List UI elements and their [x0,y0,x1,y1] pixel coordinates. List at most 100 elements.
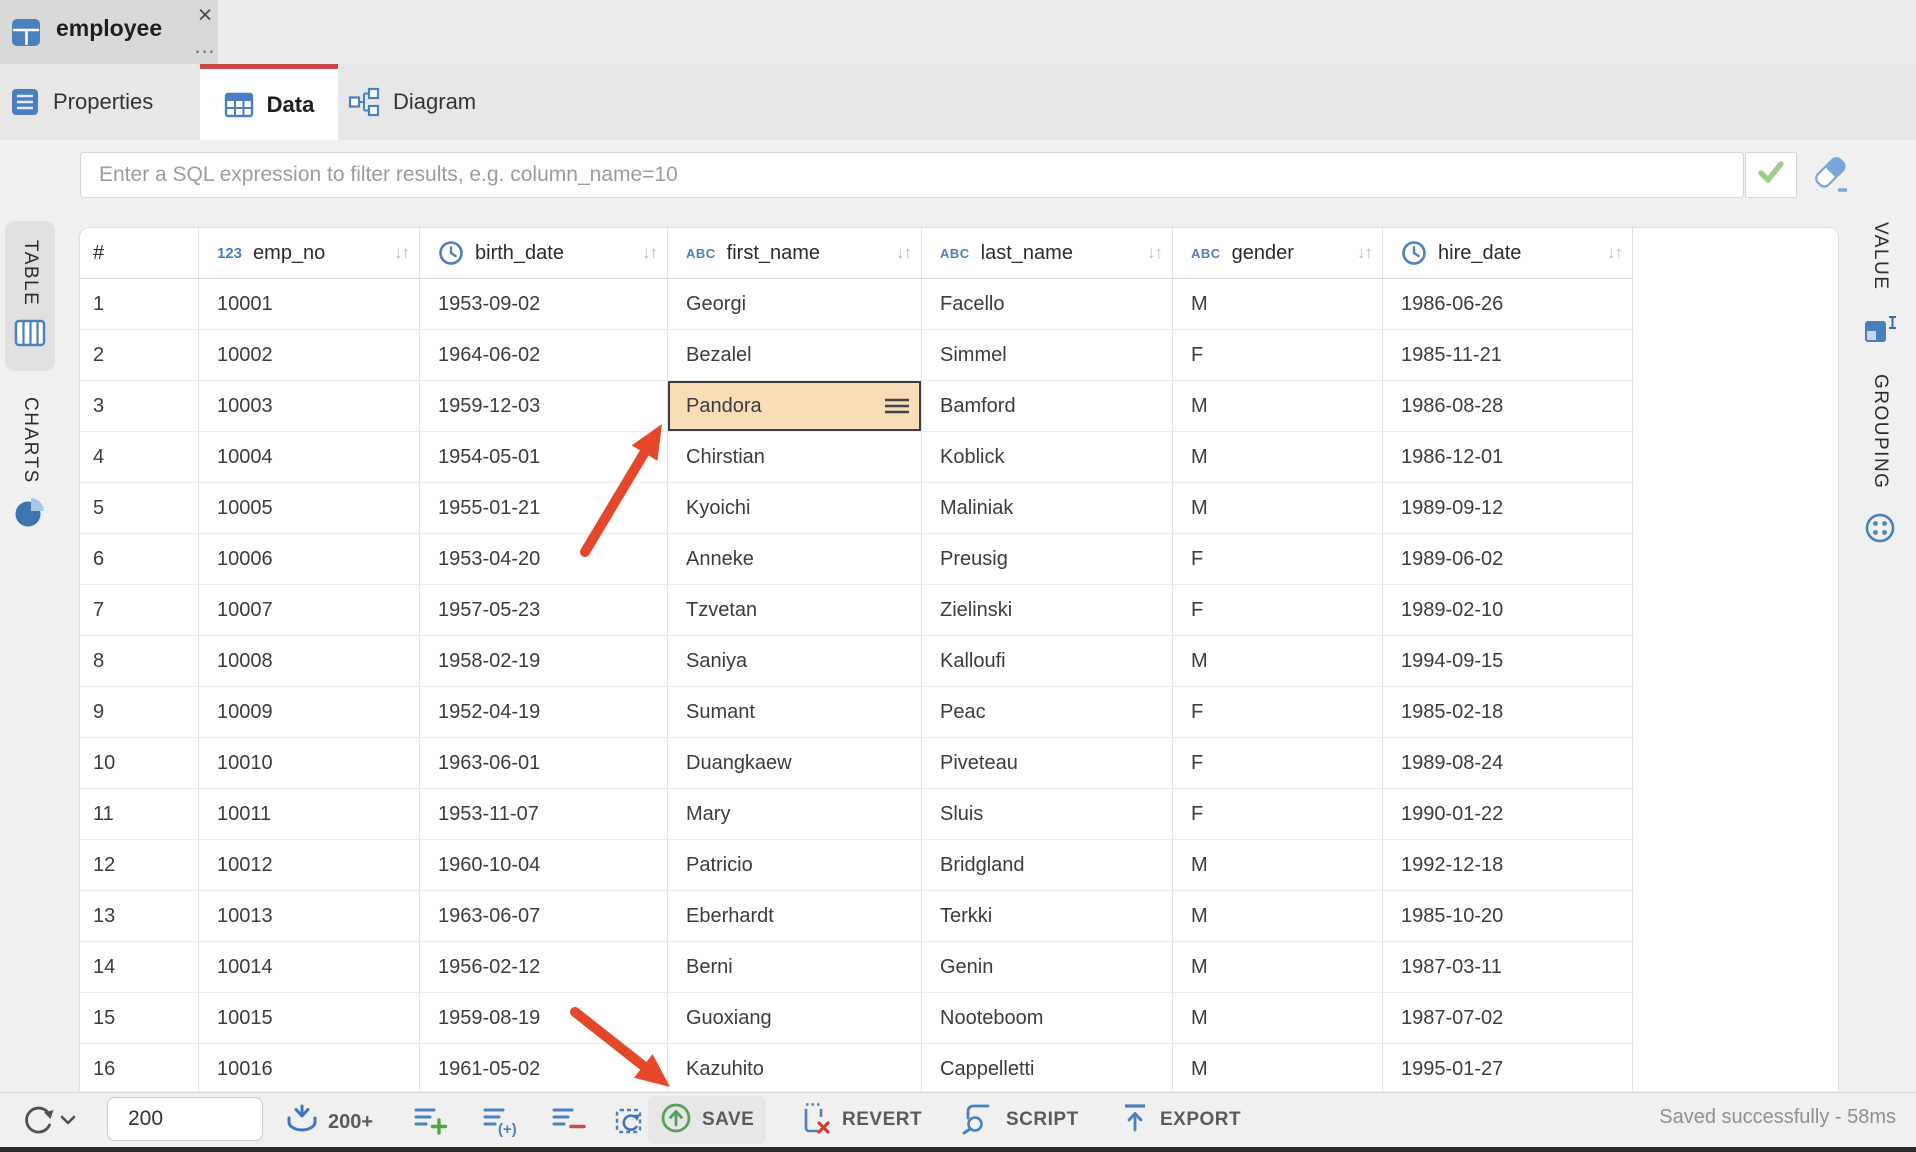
row-number[interactable]: 6 [80,534,199,584]
grid-cell[interactable]: Chirstian [668,432,922,482]
grid-cell[interactable]: Patricio [668,840,922,890]
grid-cell[interactable]: F [1173,738,1383,788]
fetch-more-button[interactable]: 200+ [284,1103,373,1142]
grid-cell[interactable]: Georgi [668,279,922,329]
add-row-button[interactable] [413,1105,449,1142]
grid-cell[interactable]: Terkki [922,891,1173,941]
grid-cell[interactable]: Maliniak [922,483,1173,533]
overflow-icon[interactable]: … [191,33,219,57]
grid-cell[interactable]: 10001 [199,279,420,329]
grid-cell[interactable]: 10006 [199,534,420,584]
grid-cell[interactable]: M [1173,483,1383,533]
grid-cell[interactable]: 10005 [199,483,420,533]
row-number[interactable]: 12 [80,840,199,890]
grid-cell[interactable]: 10015 [199,993,420,1043]
selected-cell[interactable]: Pandora [668,381,922,431]
grid-cell[interactable]: Duangkaew [668,738,922,788]
row-number[interactable]: 2 [80,330,199,380]
row-number[interactable]: 8 [80,636,199,686]
cell-menu-icon[interactable] [883,397,911,415]
row-number[interactable]: 11 [80,789,199,839]
sort-icon[interactable]: ↓↑ [394,243,409,263]
tab-properties[interactable]: Properties [10,64,180,140]
grid-cell[interactable]: 10007 [199,585,420,635]
grid-cell[interactable]: 10012 [199,840,420,890]
grid-cell[interactable]: M [1173,840,1383,890]
row-number[interactable]: 13 [80,891,199,941]
grid-cell[interactable]: Cappelletti [922,1044,1173,1091]
grid-cell[interactable]: 1989-09-12 [1383,483,1633,533]
grid-cell[interactable]: 1987-07-02 [1383,993,1633,1043]
grid-cell[interactable]: M [1173,993,1383,1043]
grid-cell[interactable]: M [1173,279,1383,329]
grid-cell[interactable]: 1957-05-23 [420,585,668,635]
grid-cell[interactable]: Sluis [922,789,1173,839]
grid-cell[interactable]: F [1173,534,1383,584]
row-number[interactable]: 10 [80,738,199,788]
grid-cell[interactable]: 10011 [199,789,420,839]
grid-cell[interactable]: 10004 [199,432,420,482]
row-number[interactable]: 4 [80,432,199,482]
grid-cell[interactable]: M [1173,636,1383,686]
grid-cell[interactable]: 1985-10-20 [1383,891,1633,941]
sort-icon[interactable]: ↓↑ [642,243,657,263]
delete-row-button[interactable] [551,1105,587,1142]
grid-cell[interactable]: Kazuhito [668,1044,922,1091]
grid-cell[interactable]: Kalloufi [922,636,1173,686]
grid-cell[interactable]: 10009 [199,687,420,737]
close-icon[interactable]: × [192,0,218,30]
grid-cell[interactable]: 1986-06-26 [1383,279,1633,329]
grid-cell[interactable]: Nooteboom [922,993,1173,1043]
grid-cell[interactable]: M [1173,942,1383,992]
grid-cell[interactable]: Zielinski [922,585,1173,635]
grid-cell[interactable]: Saniya [668,636,922,686]
grid-cell[interactable]: M [1173,381,1383,431]
grid-cell[interactable]: 10013 [199,891,420,941]
grid-cell[interactable]: 1953-04-20 [420,534,668,584]
fetch-size-input[interactable]: 200 [107,1097,263,1141]
sort-icon[interactable]: ↓↑ [1357,243,1372,263]
grid-cell[interactable]: Piveteau [922,738,1173,788]
grid-cell[interactable]: 1952-04-19 [420,687,668,737]
row-number[interactable]: 14 [80,942,199,992]
grid-cell[interactable]: Tzvetan [668,585,922,635]
row-number[interactable]: 3 [80,381,199,431]
grid-cell[interactable]: Eberhardt [668,891,922,941]
grid-cell[interactable]: F [1173,789,1383,839]
grid-cell[interactable]: Sumant [668,687,922,737]
row-number[interactable]: 9 [80,687,199,737]
grid-cell[interactable]: Guoxiang [668,993,922,1043]
grid-cell[interactable]: 1963-06-07 [420,891,668,941]
export-button[interactable]: EXPORT [1108,1096,1253,1144]
grid-cell[interactable]: 1963-06-01 [420,738,668,788]
grid-cell[interactable]: 1985-11-21 [1383,330,1633,380]
grid-cell[interactable]: 10003 [199,381,420,431]
grid-cell[interactable]: 1986-12-01 [1383,432,1633,482]
sort-icon[interactable]: ↓↑ [896,243,911,263]
grid-cell[interactable]: F [1173,687,1383,737]
grid-cell[interactable]: 10014 [199,942,420,992]
revert-button[interactable]: REVERT [788,1096,934,1144]
grid-cell[interactable]: Peac [922,687,1173,737]
grid-cell[interactable]: 1954-05-01 [420,432,668,482]
grid-cell[interactable]: 1955-01-21 [420,483,668,533]
column-header-birth_date[interactable]: birth_date↓↑ [420,228,668,278]
grid-cell[interactable]: M [1173,1044,1383,1091]
panel-tab-value[interactable]: VALUE [1854,222,1906,368]
grid-cell[interactable]: 1953-09-02 [420,279,668,329]
grid-cell[interactable]: 1964-06-02 [420,330,668,380]
grid-cell[interactable]: 10010 [199,738,420,788]
grid-cell[interactable]: 1990-01-22 [1383,789,1633,839]
grid-cell[interactable]: 10008 [199,636,420,686]
grid-cell[interactable]: Koblick [922,432,1173,482]
sort-icon[interactable]: ↓↑ [1607,243,1622,263]
grid-cell[interactable]: 1956-02-12 [420,942,668,992]
grid-cell[interactable]: Bridgland [922,840,1173,890]
refresh-row-button[interactable] [612,1105,646,1142]
grid-cell[interactable]: Genin [922,942,1173,992]
grid-cell[interactable]: 1958-02-19 [420,636,668,686]
tab-employee[interactable]: employee × … [0,0,218,64]
grid-cell[interactable]: 1989-02-10 [1383,585,1633,635]
row-number[interactable]: 16 [80,1044,199,1091]
grid-cell[interactable]: M [1173,432,1383,482]
